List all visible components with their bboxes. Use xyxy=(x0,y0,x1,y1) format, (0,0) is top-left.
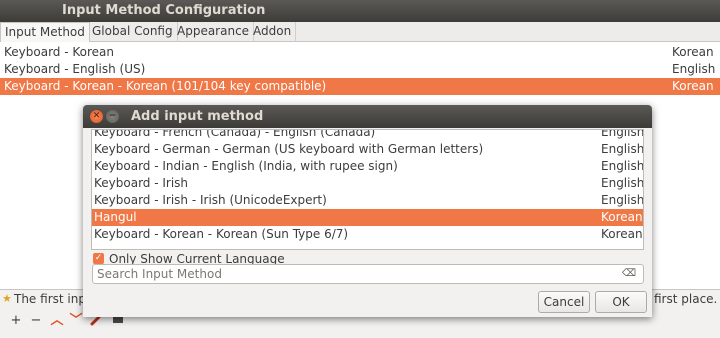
list-item-lang: Korean xyxy=(601,210,643,224)
list-item-lang: English xyxy=(601,142,644,156)
list-item-selected[interactable]: Keyboard - Korean - Korean (101/104 key … xyxy=(0,78,720,95)
add-button[interactable]: + xyxy=(7,312,25,330)
star-icon: ★ xyxy=(2,292,12,305)
list-item-lang: Korean xyxy=(672,79,714,93)
list-item-lang: English xyxy=(601,129,644,139)
list-item-lang: Korean xyxy=(601,227,643,241)
minimize-icon[interactable]: − xyxy=(106,110,119,123)
available-methods-list[interactable]: Keyboard - French (Canada) - English (Ca… xyxy=(91,129,644,250)
clear-search-icon[interactable]: ⌫ xyxy=(621,267,637,281)
list-item[interactable]: Keyboard - Indian - English (India, with… xyxy=(92,158,644,175)
list-item-lang: English xyxy=(601,176,644,190)
move-up-button[interactable]: ︿ xyxy=(48,312,66,330)
search-input[interactable] xyxy=(92,264,644,284)
tab-appearance[interactable]: Appearance xyxy=(173,22,255,42)
remove-button[interactable]: − xyxy=(27,312,45,330)
dialog-titlebar: ✕ − Add input method xyxy=(83,105,652,128)
tab-global-config[interactable]: Global Config xyxy=(88,22,178,42)
list-item[interactable]: Keyboard - Irish - Irish (UnicodeExpert)… xyxy=(92,192,644,209)
hint-left: The first inpu xyxy=(14,292,94,306)
dialog-title: Add input method xyxy=(131,109,264,124)
list-item[interactable]: Keyboard - German - German (US keyboard … xyxy=(92,141,644,158)
cancel-button[interactable]: Cancel xyxy=(538,291,590,313)
list-item[interactable]: Keyboard - English (US) English xyxy=(0,61,720,78)
list-item-name: Keyboard - Korean - Korean (101/104 key … xyxy=(4,79,327,93)
list-item-lang: English xyxy=(672,62,716,76)
hint-right: first place. xyxy=(654,292,718,306)
list-item-name: Keyboard - Korean xyxy=(4,45,114,59)
list-item-lang: English xyxy=(601,159,644,173)
only-current-language-checkbox[interactable]: ✓ xyxy=(93,253,104,264)
list-item[interactable]: Keyboard - Korean Korean xyxy=(0,44,720,61)
close-icon[interactable]: ✕ xyxy=(90,110,103,123)
list-item-name: Keyboard - English (US) xyxy=(4,62,146,76)
list-item-name: Keyboard - German - German (US keyboard … xyxy=(94,142,484,156)
tab-bar: Input Method Global Config Appearance Ad… xyxy=(0,22,720,42)
list-item-lang: Korean xyxy=(672,45,714,59)
list-item-name: Keyboard - Indian - English (India, with… xyxy=(94,159,398,173)
list-item[interactable]: Keyboard - Irish English xyxy=(92,175,644,192)
list-item[interactable]: Keyboard - French (Canada) - English (Ca… xyxy=(92,129,644,141)
list-item-name: Hangul xyxy=(94,210,137,224)
tab-input-method[interactable]: Input Method xyxy=(0,22,90,42)
add-input-method-dialog: ✕ − Add input method Keyboard - French (… xyxy=(83,105,652,317)
list-item[interactable]: Keyboard - Korean - Korean (Sun Type 6/7… xyxy=(92,226,643,243)
list-item-name: Keyboard - Irish xyxy=(94,176,189,190)
list-item-name: Keyboard - Korean - Korean (Sun Type 6/7… xyxy=(94,227,349,241)
list-item-lang: English xyxy=(601,193,644,207)
list-item-selected[interactable]: Hangul Korean xyxy=(92,209,643,226)
list-item-name: Keyboard - Irish - Irish (UnicodeExpert) xyxy=(94,193,327,207)
tab-addon[interactable]: Addon xyxy=(249,22,297,42)
window-title: Input Method Configuration xyxy=(0,0,720,22)
ok-button[interactable]: OK xyxy=(595,291,647,313)
list-item-name: Keyboard - French (Canada) - English (Ca… xyxy=(94,129,376,139)
